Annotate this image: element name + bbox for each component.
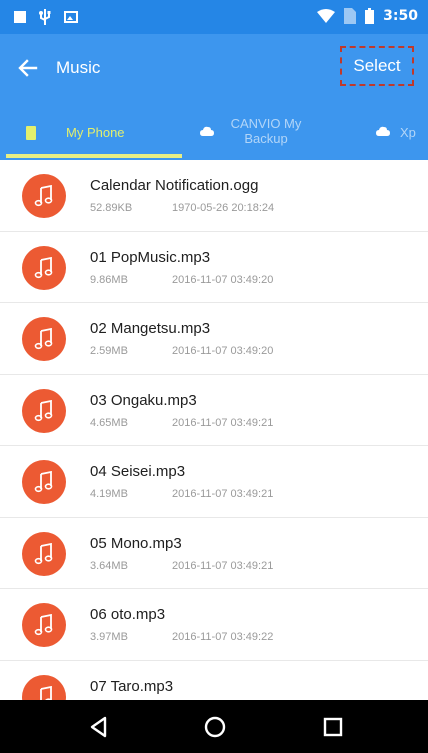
file-size: 3.97MB [90,631,128,643]
recents-square-icon[interactable] [320,714,346,740]
phone-icon [26,126,36,140]
file-row[interactable]: 05 Mono.mp3 3.64MB 2016-11-07 03:49:21 [0,518,428,589]
file-date: 1970-05-26 20:18:24 [172,202,275,214]
navigation-bar [0,700,428,753]
music-note-icon [34,542,53,564]
file-type-avatar [22,603,66,647]
file-size: 52.89KB [90,202,133,214]
file-type-avatar [22,460,66,504]
app-bar: Music Select [0,34,428,104]
tab-my-phone[interactable]: My Phone [0,104,182,160]
music-note-icon [40,685,53,700]
file-name: 04 Seisei.mp3 [90,463,186,480]
cloud-icon [200,126,214,136]
music-note-icon [34,471,53,493]
wifi-icon [317,9,336,23]
file-row[interactable]: 01 PopMusic.mp3 9.86MB 2016-11-07 03:49:20 [0,232,428,303]
file-name: Calendar Notification.ogg [90,177,259,194]
status-bar-left [14,9,78,25]
file-type-avatar [22,388,66,433]
file-row[interactable]: 07 Taro.mp3 [0,661,428,700]
file-type-avatar [22,245,66,290]
file-date: 2016-11-07 03:49:21 [172,416,274,429]
file-row[interactable]: 04 Seisei.mp3 4.19MB 2016-11-07 03:49:21 [0,446,428,518]
home-circle-icon[interactable] [202,714,228,740]
file-date: 2016-11-07 03:49:20 [172,345,274,357]
tab-label: CANVIO My Backup [230,116,302,146]
file-row[interactable]: Calendar Notification.ogg 52.89KB 1970-05-… [0,160,428,232]
file-type-avatar [22,317,66,361]
file-type-avatar [22,531,66,576]
file-row[interactable]: 02 Mangetsu.mp3 2.59MB 2016-11-07 03:49:20 [0,303,428,375]
tab-bar: My Phone CANVIO My Backup Xp [0,104,428,160]
file-date: 2016-11-07 03:49:21 [172,488,274,500]
file-name: 03 Ongaku.mp3 [90,391,197,409]
active-tab-indicator [6,154,182,158]
file-size: 9.86MB [90,273,128,286]
file-list[interactable]: Calendar Notification.ogg 52.89KB 1970-05-… [0,160,428,700]
cloud-icon [376,126,390,136]
select-button[interactable]: Select [340,46,414,86]
music-note-icon [34,614,53,636]
arrow-left-icon[interactable] [16,56,40,80]
file-row[interactable]: 03 Ongaku.mp3 4.65MB 2016-11-07 03:49:21 [0,375,428,446]
file-name: 06 oto.mp3 [90,606,166,623]
music-note-icon [34,185,53,207]
file-size: 4.19MB [90,488,128,500]
tab-canvio-my-backup[interactable]: CANVIO My Backup [182,104,358,160]
tab-xp[interactable]: Xp [358,104,428,160]
no-sim-icon [344,8,357,24]
music-note-icon [34,399,53,421]
file-name: 02 Mangetsu.mp3 [90,320,211,337]
usb-icon [39,9,51,25]
image-icon [64,11,78,23]
file-name: 07 Taro.mp3 [90,677,174,695]
file-size: 4.65MB [90,416,128,429]
status-bar-right: 3:50 [317,8,418,24]
file-date: 2016-11-07 03:49:20 [172,273,274,286]
music-note-icon [34,328,53,350]
file-type-avatar [22,174,66,218]
tab-label: My Phone [66,125,125,140]
notification-square-icon [14,11,26,23]
status-time: 3:50 [383,8,418,24]
file-size: 2.59MB [90,345,128,357]
status-bar: 3:50 [0,0,428,34]
tab-label: Xp [400,125,416,140]
back-triangle-icon[interactable] [86,714,112,740]
file-name: 01 PopMusic.mp3 [90,248,211,266]
music-note-icon [34,256,53,278]
file-name: 05 Mono.mp3 [90,534,182,552]
battery-icon [365,8,375,24]
file-date: 2016-11-07 03:49:21 [172,559,274,572]
file-row[interactable]: 06 oto.mp3 3.97MB 2016-11-07 03:49:22 [0,589,428,661]
file-type-avatar [22,674,66,700]
file-size: 3.64MB [90,559,128,572]
file-date: 2016-11-07 03:49:22 [172,631,274,643]
page-title: Music [56,58,101,77]
